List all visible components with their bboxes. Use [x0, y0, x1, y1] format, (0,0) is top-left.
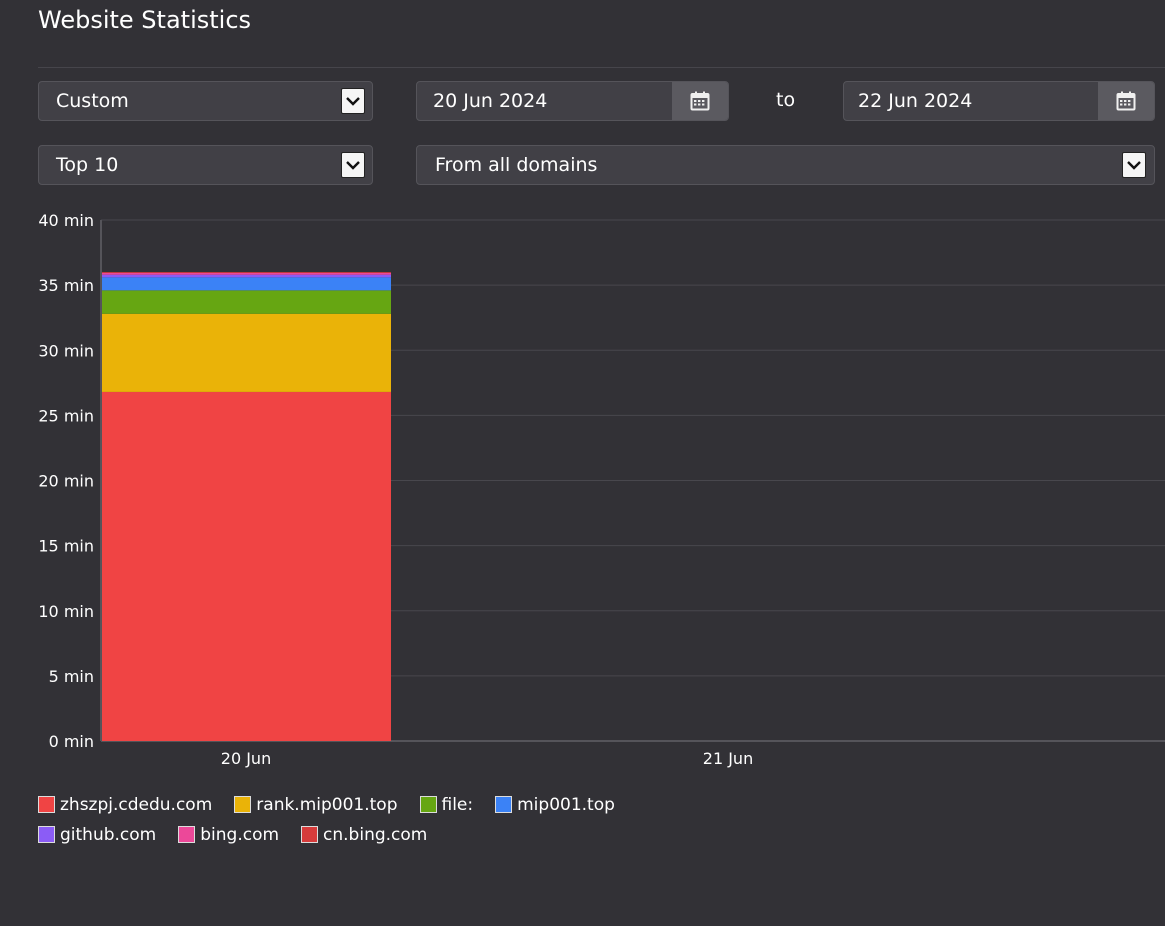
bar-segment[interactable]	[102, 290, 391, 314]
legend-label: bing.com	[200, 824, 280, 845]
calendar-icon[interactable]	[672, 82, 728, 120]
domain-select-value: From all domains	[435, 154, 598, 176]
range-select[interactable]: Custom	[38, 81, 373, 121]
x-tick-label: 21 Jun	[703, 749, 753, 768]
chevron-down-icon[interactable]	[341, 152, 365, 178]
bar-segment[interactable]	[102, 272, 391, 275]
to-date-value: 22 Jun 2024	[858, 90, 973, 112]
bar-segment[interactable]	[102, 272, 391, 273]
from-date-field[interactable]: 20 Jun 2024	[416, 81, 729, 121]
legend-swatch	[178, 826, 196, 843]
calendar-icon[interactable]	[1098, 82, 1154, 120]
legend-item[interactable]: rank.mip001.top	[234, 794, 398, 815]
domain-select[interactable]: From all domains	[416, 145, 1155, 185]
legend-label: cn.bing.com	[323, 824, 428, 845]
page-title: Website Statistics	[38, 6, 252, 34]
bar-segment[interactable]	[102, 391, 391, 741]
to-date-field[interactable]: 22 Jun 2024	[843, 81, 1155, 121]
legend-item[interactable]: zhszpj.cdedu.com	[38, 794, 212, 815]
chart-legend: zhszpj.cdedu.com rank.mip001.top file: mip0…	[38, 794, 758, 845]
y-tick-label: 30 min	[38, 341, 94, 360]
legend-label: github.com	[60, 824, 157, 845]
legend-swatch	[38, 826, 55, 843]
legend-label: mip001.top	[517, 794, 615, 815]
bar-segment[interactable]	[102, 277, 391, 291]
legend-item[interactable]: mip001.top	[495, 794, 615, 815]
chevron-down-icon[interactable]	[341, 88, 365, 114]
legend-item[interactable]: file:	[419, 794, 474, 815]
legend-item[interactable]: bing.com	[178, 824, 279, 845]
legend-item[interactable]: cn.bing.com	[301, 824, 427, 845]
legend-item[interactable]: github.com	[38, 824, 156, 845]
top-select[interactable]: Top 10	[38, 145, 373, 185]
stacked-bar-chart: 0 min 5 min 10 min 15 min 20 min 25 min 30 min…	[38, 211, 1165, 768]
y-tick-label: 40 min	[38, 211, 94, 230]
y-tick-label: 15 min	[38, 537, 94, 556]
y-tick-label: 20 min	[38, 472, 94, 491]
legend-label: zhszpj.cdedu.com	[60, 794, 213, 815]
top-select-value: Top 10	[56, 154, 119, 176]
legend-swatch	[234, 796, 252, 813]
y-tick-label: 10 min	[38, 602, 94, 621]
legend-swatch	[495, 796, 513, 813]
legend-label: rank.mip001.top	[256, 794, 398, 815]
bar-segment[interactable]	[102, 313, 391, 392]
chart-bars	[102, 272, 391, 741]
legend-swatch	[301, 826, 319, 843]
y-tick-label: 5 min	[49, 667, 94, 686]
chevron-down-icon[interactable]	[1122, 152, 1146, 178]
y-tick-label: 25 min	[38, 406, 94, 425]
legend-swatch	[419, 796, 437, 813]
y-tick-label: 0 min	[49, 732, 94, 751]
y-tick-label: 35 min	[38, 276, 94, 295]
to-label: to	[776, 89, 796, 111]
bar-segment[interactable]	[102, 274, 391, 278]
from-date-value: 20 Jun 2024	[433, 90, 548, 112]
legend-label: file:	[441, 794, 474, 815]
legend-swatch	[38, 796, 55, 813]
header-divider	[38, 67, 1165, 68]
x-tick-label: 20 Jun	[221, 749, 271, 768]
range-select-value: Custom	[56, 90, 129, 112]
